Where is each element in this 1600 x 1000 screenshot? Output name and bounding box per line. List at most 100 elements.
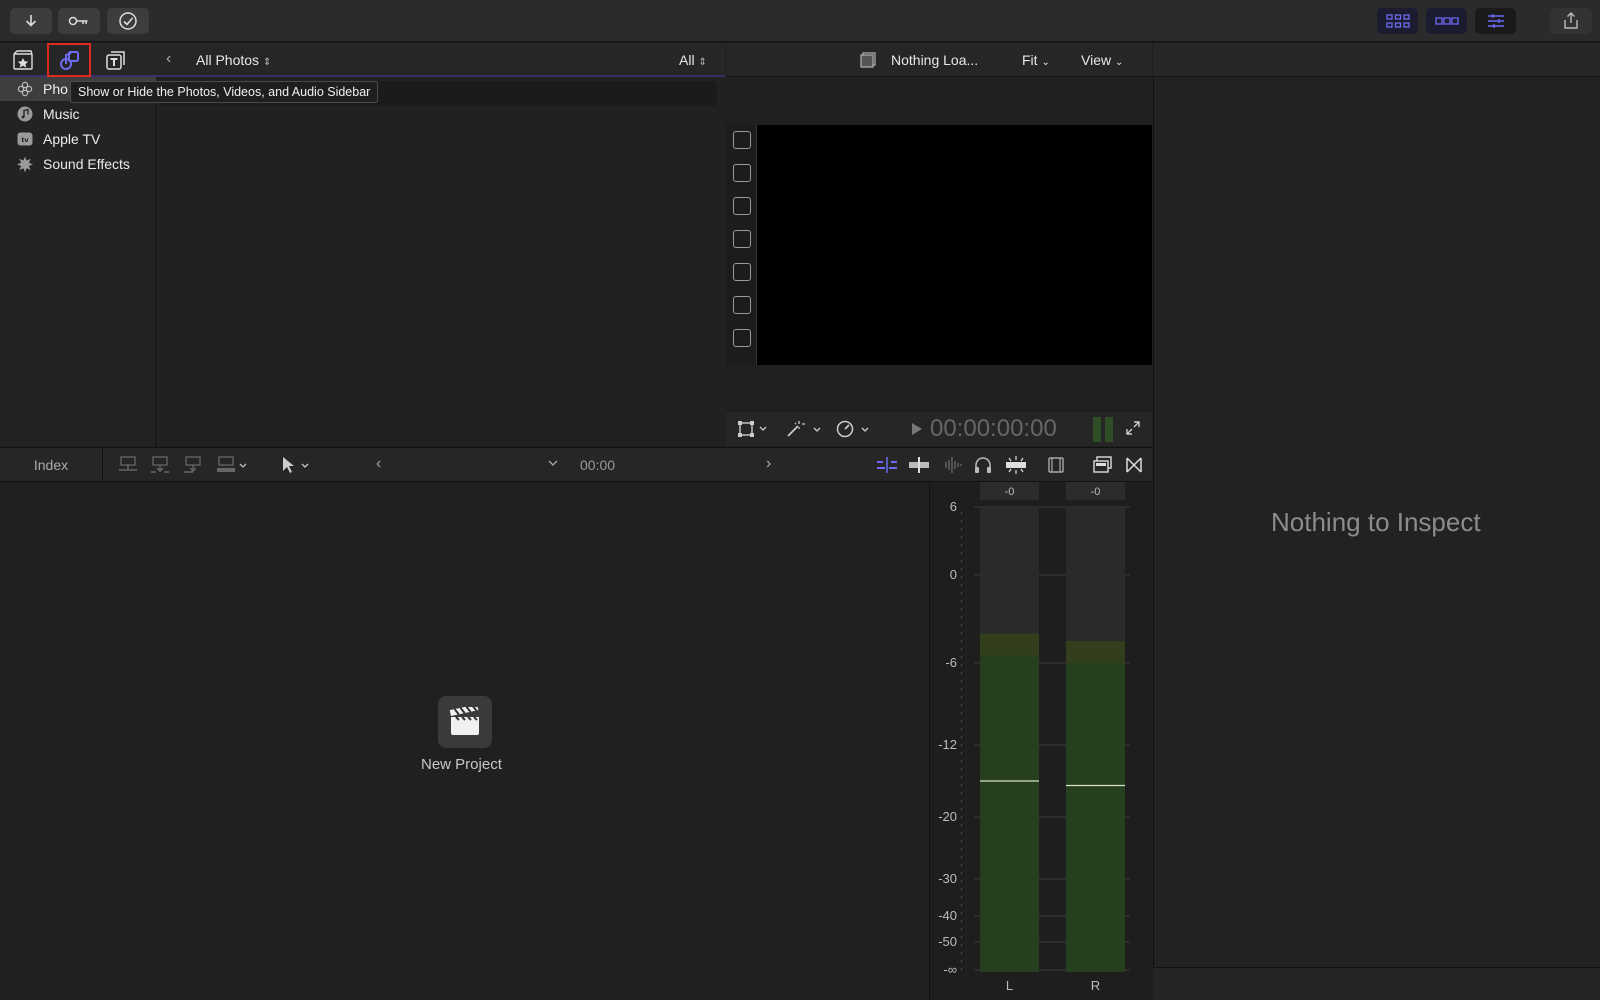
clapperboard-icon (449, 707, 479, 735)
meter-minor-tick (961, 744, 962, 746)
viewer-checkbox[interactable] (733, 230, 751, 248)
enhance-menu[interactable] (786, 420, 822, 438)
new-project-button[interactable] (438, 696, 492, 748)
effects-browser-button[interactable] (1093, 456, 1113, 474)
snapping-button[interactable] (876, 457, 898, 473)
import-media-button[interactable] (10, 8, 52, 34)
key-icon (68, 16, 88, 26)
meter-minor-tick (961, 632, 962, 634)
meter-minor-tick (961, 920, 962, 922)
meter-minor-tick (961, 560, 962, 562)
meter-minor-tick (961, 888, 962, 890)
timeline-index-label: Index (33, 456, 69, 473)
meter-minor-tick (961, 968, 962, 970)
filter-dropdown[interactable]: All ⇕ (679, 52, 707, 68)
show-timeline-button[interactable] (1426, 8, 1467, 34)
insert-clip-button[interactable] (150, 456, 170, 474)
view-dropdown[interactable]: View ⌄ (1081, 52, 1123, 68)
viewer-checkbox[interactable] (733, 263, 751, 281)
meter-minor-tick (961, 792, 962, 794)
meter-minor-tick (961, 864, 962, 866)
svg-text:tv: tv (21, 136, 29, 144)
meter-channel-level-top (1066, 641, 1125, 663)
meter-minor-tick (961, 592, 962, 594)
inspector: Nothing to Inspect (1153, 77, 1600, 967)
meter-scale-label: 6 (950, 499, 957, 514)
timeline-history-dropdown[interactable] (548, 459, 558, 467)
headphones-icon (975, 457, 991, 473)
meter-scale-label: -∞ (943, 962, 957, 977)
sidebar-item-sound-effects[interactable]: Sound Effects (0, 152, 156, 176)
append-clip-button[interactable] (183, 456, 203, 474)
transitions-browser-button[interactable] (1125, 456, 1143, 474)
grid-icon (1385, 14, 1410, 28)
meter-minor-tick (961, 672, 962, 674)
overwrite-clip-button[interactable] (216, 456, 252, 474)
retime-menu[interactable] (836, 420, 872, 438)
keywords-button[interactable] (58, 8, 100, 34)
meter-minor-tick (961, 576, 962, 578)
connect-clip-icon (119, 456, 137, 471)
view-label: View (1081, 52, 1112, 68)
filmstrip-view-button[interactable] (1047, 456, 1065, 474)
meter-minor-tick (961, 584, 962, 586)
tool-menu[interactable] (280, 456, 314, 474)
meter-minor-tick (961, 600, 962, 602)
meter-minor-tick (961, 784, 962, 786)
sidebar-item-music[interactable]: Music (0, 102, 156, 126)
highlight-box (47, 43, 91, 77)
sidebar-item-label: Music (43, 106, 80, 122)
chevron-down-icon: ⌄ (1041, 57, 1050, 68)
timeline-back-button[interactable]: ‹ (376, 455, 381, 473)
meter-minor-tick (961, 944, 962, 946)
meter-scale-label: -12 (938, 737, 957, 752)
viewer-controls: 00:00:00:00 (726, 412, 1152, 446)
viewer-checkbox[interactable] (733, 296, 751, 314)
zoom-label: Fit (1022, 52, 1038, 68)
meter-scale-label: -40 (938, 908, 957, 923)
meter-minor-tick (961, 880, 962, 882)
zoom-dropdown[interactable]: Fit ⌄ (1022, 52, 1050, 68)
meter-minor-tick (961, 648, 962, 650)
share-button[interactable] (1550, 8, 1592, 34)
meter-minor-tick (961, 568, 962, 570)
sidebar-item-apple-tv[interactable]: tv Apple TV (0, 127, 156, 151)
tab-titles-generators[interactable] (105, 49, 127, 71)
fullscreen-button[interactable] (1125, 420, 1141, 436)
photos-icon (16, 80, 34, 98)
audio-meter-graphic: 6 0 -6 -12 -20 -30 -40 -50 -∞ -0 L -0 R (938, 482, 1130, 993)
audio-skimming-button[interactable] (941, 457, 963, 473)
top-toolbar (0, 0, 1600, 42)
source-dropdown[interactable]: All Photos ⇕ (196, 52, 271, 68)
connect-clip-button[interactable] (118, 456, 138, 474)
chevron-down-icon (548, 460, 558, 466)
clip-icon (860, 52, 876, 68)
show-browser-button[interactable] (1377, 8, 1418, 34)
clip-appearance-button[interactable] (1004, 456, 1028, 474)
skimming-button[interactable] (908, 457, 930, 473)
solo-button[interactable] (974, 457, 992, 473)
magic-wand-icon (787, 421, 821, 437)
play-icon[interactable] (912, 423, 922, 435)
viewer-checkbox[interactable] (733, 131, 751, 149)
viewer-checkbox[interactable] (733, 329, 751, 347)
meter-minor-tick (961, 832, 962, 834)
transform-menu[interactable] (738, 421, 768, 437)
timeline-index-button[interactable]: Index (0, 448, 103, 481)
timeline-forward-button[interactable]: › (766, 455, 771, 473)
meter-minor-tick (961, 712, 962, 714)
tab-libraries[interactable] (12, 49, 34, 71)
viewer-checkbox[interactable] (733, 164, 751, 182)
meter-minor-tick (961, 720, 962, 722)
media-sidebar: Pho Music tv Apple TV Sound Effects (0, 77, 156, 446)
back-button[interactable]: ‹ (166, 50, 171, 68)
insert-clip-icon (151, 456, 169, 473)
viewer-timecode[interactable]: 00:00:00:00 (930, 415, 1057, 443)
show-inspector-button[interactable] (1475, 8, 1516, 34)
background-tasks-button[interactable] (107, 8, 149, 34)
viewer-checkbox[interactable] (733, 197, 751, 215)
clip-appearance-icon (1006, 456, 1026, 474)
speedometer-icon (836, 420, 869, 438)
meter-minor-tick (961, 816, 962, 818)
timeline-timecode: 00:00 (580, 457, 616, 473)
